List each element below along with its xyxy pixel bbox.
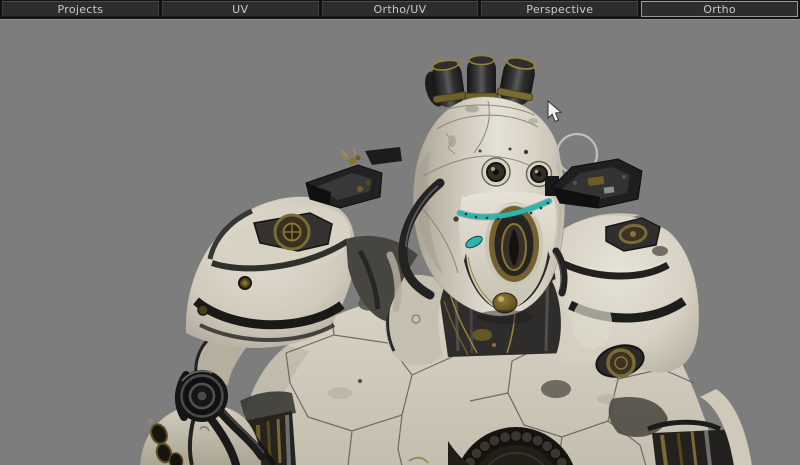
3d-viewport[interactable]	[0, 19, 800, 465]
shoulder-gadget	[306, 147, 402, 208]
tab-ortho-uv[interactable]: Ortho/UV	[322, 1, 479, 17]
tab-uv[interactable]: UV	[162, 1, 319, 17]
view-tab-bar: Projects UV Ortho/UV Perspective Ortho	[0, 0, 800, 19]
robot-left-arm	[140, 333, 296, 465]
app-window: Projects UV Ortho/UV Perspective Ortho	[0, 0, 800, 465]
eye-left	[482, 158, 510, 186]
tab-projects[interactable]: Projects	[2, 1, 159, 17]
mech-robot-render	[0, 20, 800, 465]
tab-perspective[interactable]: Perspective	[481, 1, 638, 17]
mouse-cursor-icon	[548, 101, 561, 121]
tab-ortho[interactable]: Ortho	[641, 1, 798, 17]
